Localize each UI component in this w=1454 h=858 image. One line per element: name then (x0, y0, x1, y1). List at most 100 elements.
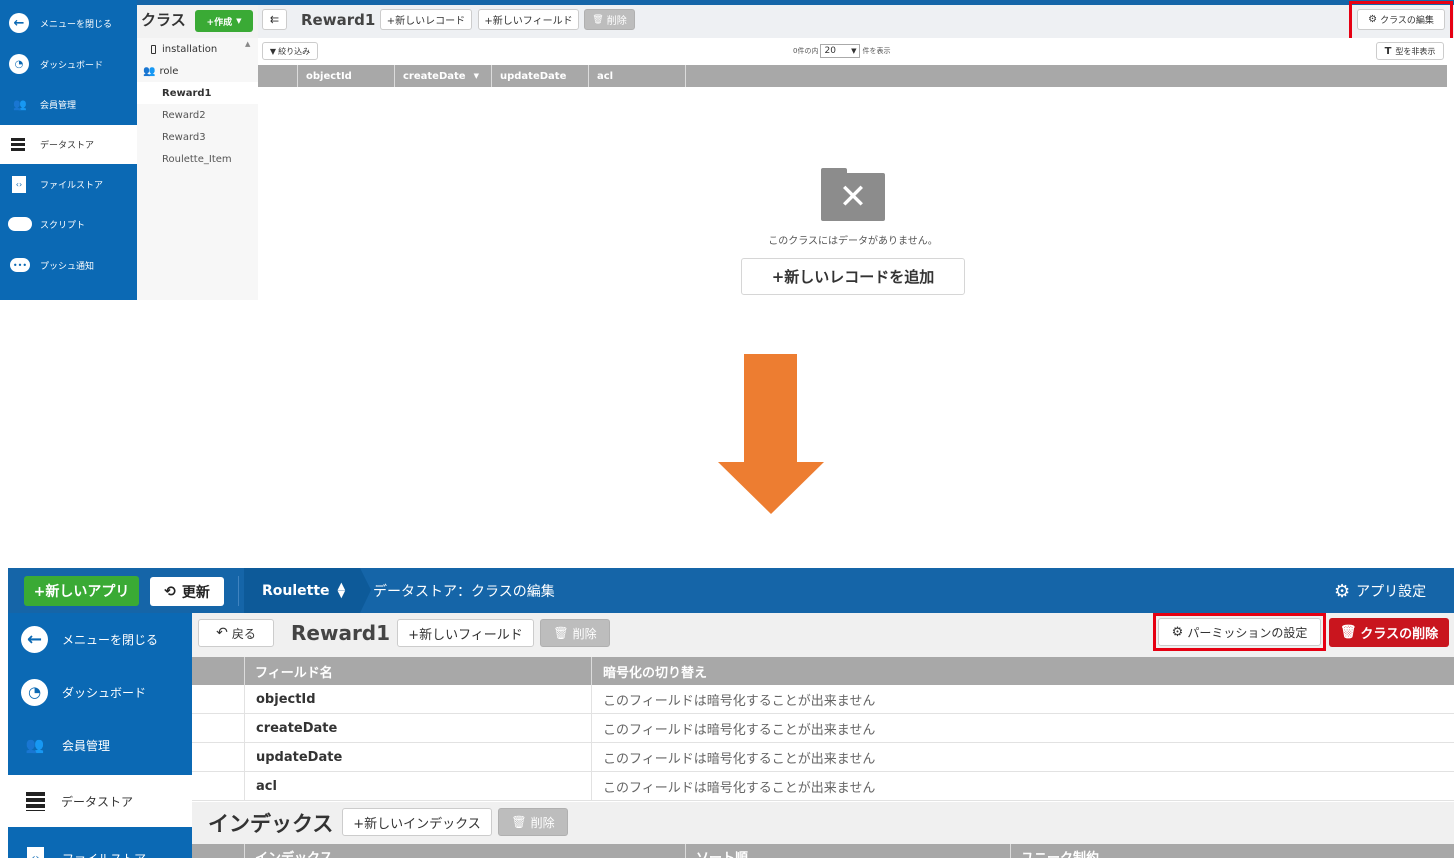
filter-bar: ▼ 絞り込み 0件の内 20 ▼ 件を表示 T 型を非表示 (258, 38, 1454, 64)
top-nav-members[interactable]: 👥 会員管理 (0, 91, 137, 117)
top-nav-dashboard[interactable]: ◔ ダッシュボード (0, 51, 137, 77)
delete-class-label: クラスの削除 (1360, 627, 1439, 642)
index-delete-button[interactable]: 🗑 削除 (498, 808, 568, 836)
delete-label: 削除 (606, 16, 627, 27)
top-nav-close-menu[interactable]: ← メニューを閉じる (0, 10, 137, 36)
top-nav-datastore[interactable]: データストア (0, 125, 137, 164)
class-item-reward2[interactable]: Reward2 (137, 104, 247, 126)
users-icon: 👥 (143, 65, 156, 77)
bottom-nav-members[interactable]: 👥 会員管理 (8, 729, 192, 761)
encryption-cell: このフィールドは暗号化することが出来ません (603, 780, 876, 796)
column-label: acl (597, 70, 614, 82)
top-nav-script[interactable]: スクリプト (0, 211, 137, 237)
class-item-reward1[interactable]: Reward1 (137, 82, 258, 104)
add-record-button[interactable]: +新しいレコードを追加 (741, 258, 965, 295)
app-header: +新しいアプリ ⟲ 更新 Roulette ▲ ▼ データストア：クラスの編集 ⚙… (8, 568, 1454, 613)
top-nav-push[interactable]: ••• プッシュ通知 (0, 252, 137, 278)
bottom-sidebar: ← メニューを閉じる ◔ ダッシュボード 👥 会員管理 データストア ‹› ファ… (8, 613, 192, 858)
gauge-icon: ◔ (21, 678, 48, 706)
filter-icon: ▼ (269, 46, 277, 56)
sort-icon: ▲ ▼ (337, 580, 346, 600)
new-index-button[interactable]: +新しいインデックス (342, 808, 492, 836)
transition-arrow-icon (718, 354, 824, 514)
field-name-cell: objectId (245, 685, 592, 713)
trash-icon: 🗑 (1339, 625, 1357, 640)
empty-message: このクラスにはデータがありません。 (768, 236, 938, 247)
chat-icon: ••• (10, 258, 30, 272)
delete-button[interactable]: 🗑 削除 (540, 619, 610, 647)
users-icon: 👥 (13, 97, 27, 111)
filter-button[interactable]: ▼ 絞り込み (262, 42, 318, 60)
page-size-value: 20 (824, 46, 836, 56)
new-record-button[interactable]: +新しいレコード (380, 9, 472, 30)
column-acl[interactable]: acl (589, 65, 686, 87)
class-item-reward3[interactable]: Reward3 (137, 126, 247, 148)
row-select-column (258, 65, 298, 87)
top-nav-filestore[interactable]: ‹› ファイルストア (0, 171, 137, 197)
class-item-label: Roulette_Item (162, 153, 232, 165)
collapse-button[interactable]: ⇇ (262, 9, 287, 30)
class-item-label: installation (162, 43, 218, 55)
class-item-label: role (159, 65, 179, 77)
back-label: 戻る (231, 626, 256, 641)
bottom-nav-filestore[interactable]: ‹› ファイルストア (8, 842, 192, 858)
users-icon: 👥 (25, 736, 45, 754)
header-encryption: 暗号化の切り替え (603, 665, 708, 681)
app-selector[interactable]: Roulette ▲ ▼ (244, 568, 360, 613)
class-item-role[interactable]: 👥 role (137, 60, 247, 82)
record-count: 0件の内 20 ▼ 件を表示 (793, 43, 890, 59)
table-row[interactable]: updateDate このフィールドは暗号化することが出来ません (192, 743, 1454, 772)
index-table-header: インデックス ソート順 ユニーク制約 (192, 844, 1454, 858)
table-row[interactable]: acl このフィールドは暗号化することが出来ません (192, 772, 1454, 801)
row-select-cell (192, 685, 245, 713)
row-select-cell (192, 743, 245, 771)
class-name-title: Reward1 (291, 621, 391, 645)
arrow-left-icon: ← (21, 625, 48, 653)
nav-label: スクリプト (40, 220, 86, 231)
refresh-button[interactable]: ⟲ 更新 (150, 577, 224, 606)
empty-folder-icon: ✕ (821, 168, 885, 221)
delete-button[interactable]: 🗑 削除 (584, 9, 635, 30)
back-button[interactable]: ↶ 戻る (198, 619, 274, 647)
new-field-button[interactable]: +新しいフィールド (397, 619, 534, 647)
hide-types-button[interactable]: T 型を非表示 (1376, 42, 1444, 60)
class-item-installation[interactable]: installation (137, 38, 247, 60)
header-field-name: フィールド名 (245, 657, 592, 685)
header-index: インデックス (245, 844, 686, 858)
edit-class-label: クラスの編集 (1380, 16, 1434, 26)
index-toolbar: インデックス +新しいインデックス 🗑 削除 (192, 802, 1454, 844)
column-createdate[interactable]: createDate ▼ (395, 65, 492, 87)
sort-desc-icon: ▼ (473, 72, 479, 80)
fields-table: フィールド名 暗号化の切り替え objectId このフィールドは暗号化すること… (192, 657, 1454, 801)
count-suffix: 件を表示 (862, 47, 891, 55)
file-icon: ‹› (12, 175, 26, 193)
header-sort-order: ソート順 (686, 844, 1011, 858)
bottom-nav-close-menu[interactable]: ← メニューを閉じる (8, 623, 192, 655)
bottom-nav-dashboard[interactable]: ◔ ダッシュボード (8, 676, 192, 708)
table-row[interactable]: objectId このフィールドは暗号化することが出来ません (192, 685, 1454, 714)
row-select-column (192, 844, 245, 858)
scroll-up-icon[interactable]: ▲ (245, 40, 250, 48)
column-label: updateDate (500, 70, 567, 82)
app-settings-button[interactable]: ⚙ アプリ設定 (1334, 578, 1426, 604)
delete-class-button[interactable]: 🗑 クラスの削除 (1329, 618, 1449, 647)
class-item-roulette-item[interactable]: Roulette_Item (137, 148, 258, 170)
nav-label: 会員管理 (40, 100, 77, 111)
nav-label: データストア (61, 794, 134, 809)
page-size-select[interactable]: 20 ▼ (820, 44, 861, 58)
bottom-screenshot: +新しいアプリ ⟲ 更新 Roulette ▲ ▼ データストア：クラスの編集 ⚙… (8, 568, 1454, 858)
fields-table-header: フィールド名 暗号化の切り替え (192, 657, 1454, 685)
new-field-button[interactable]: +新しいフィールド (478, 9, 579, 30)
column-objectid[interactable]: objectId (298, 65, 395, 87)
field-name-cell: createDate (245, 714, 592, 742)
create-class-button[interactable]: +作成 ▼ (195, 10, 253, 32)
permission-settings-button[interactable]: ⚙ パーミッションの設定 (1158, 618, 1321, 646)
new-app-button[interactable]: +新しいアプリ (24, 576, 139, 606)
table-row[interactable]: createDate このフィールドは暗号化することが出来ません (192, 714, 1454, 743)
column-updatedate[interactable]: updateDate (492, 65, 589, 87)
class-panel-title: クラス (141, 11, 186, 29)
filter-label: 絞り込み (278, 46, 311, 56)
bottom-nav-datastore[interactable]: データストア (8, 775, 192, 827)
edit-class-button[interactable]: ⚙ クラスの編集 (1357, 9, 1445, 30)
row-select-cell (192, 772, 245, 800)
